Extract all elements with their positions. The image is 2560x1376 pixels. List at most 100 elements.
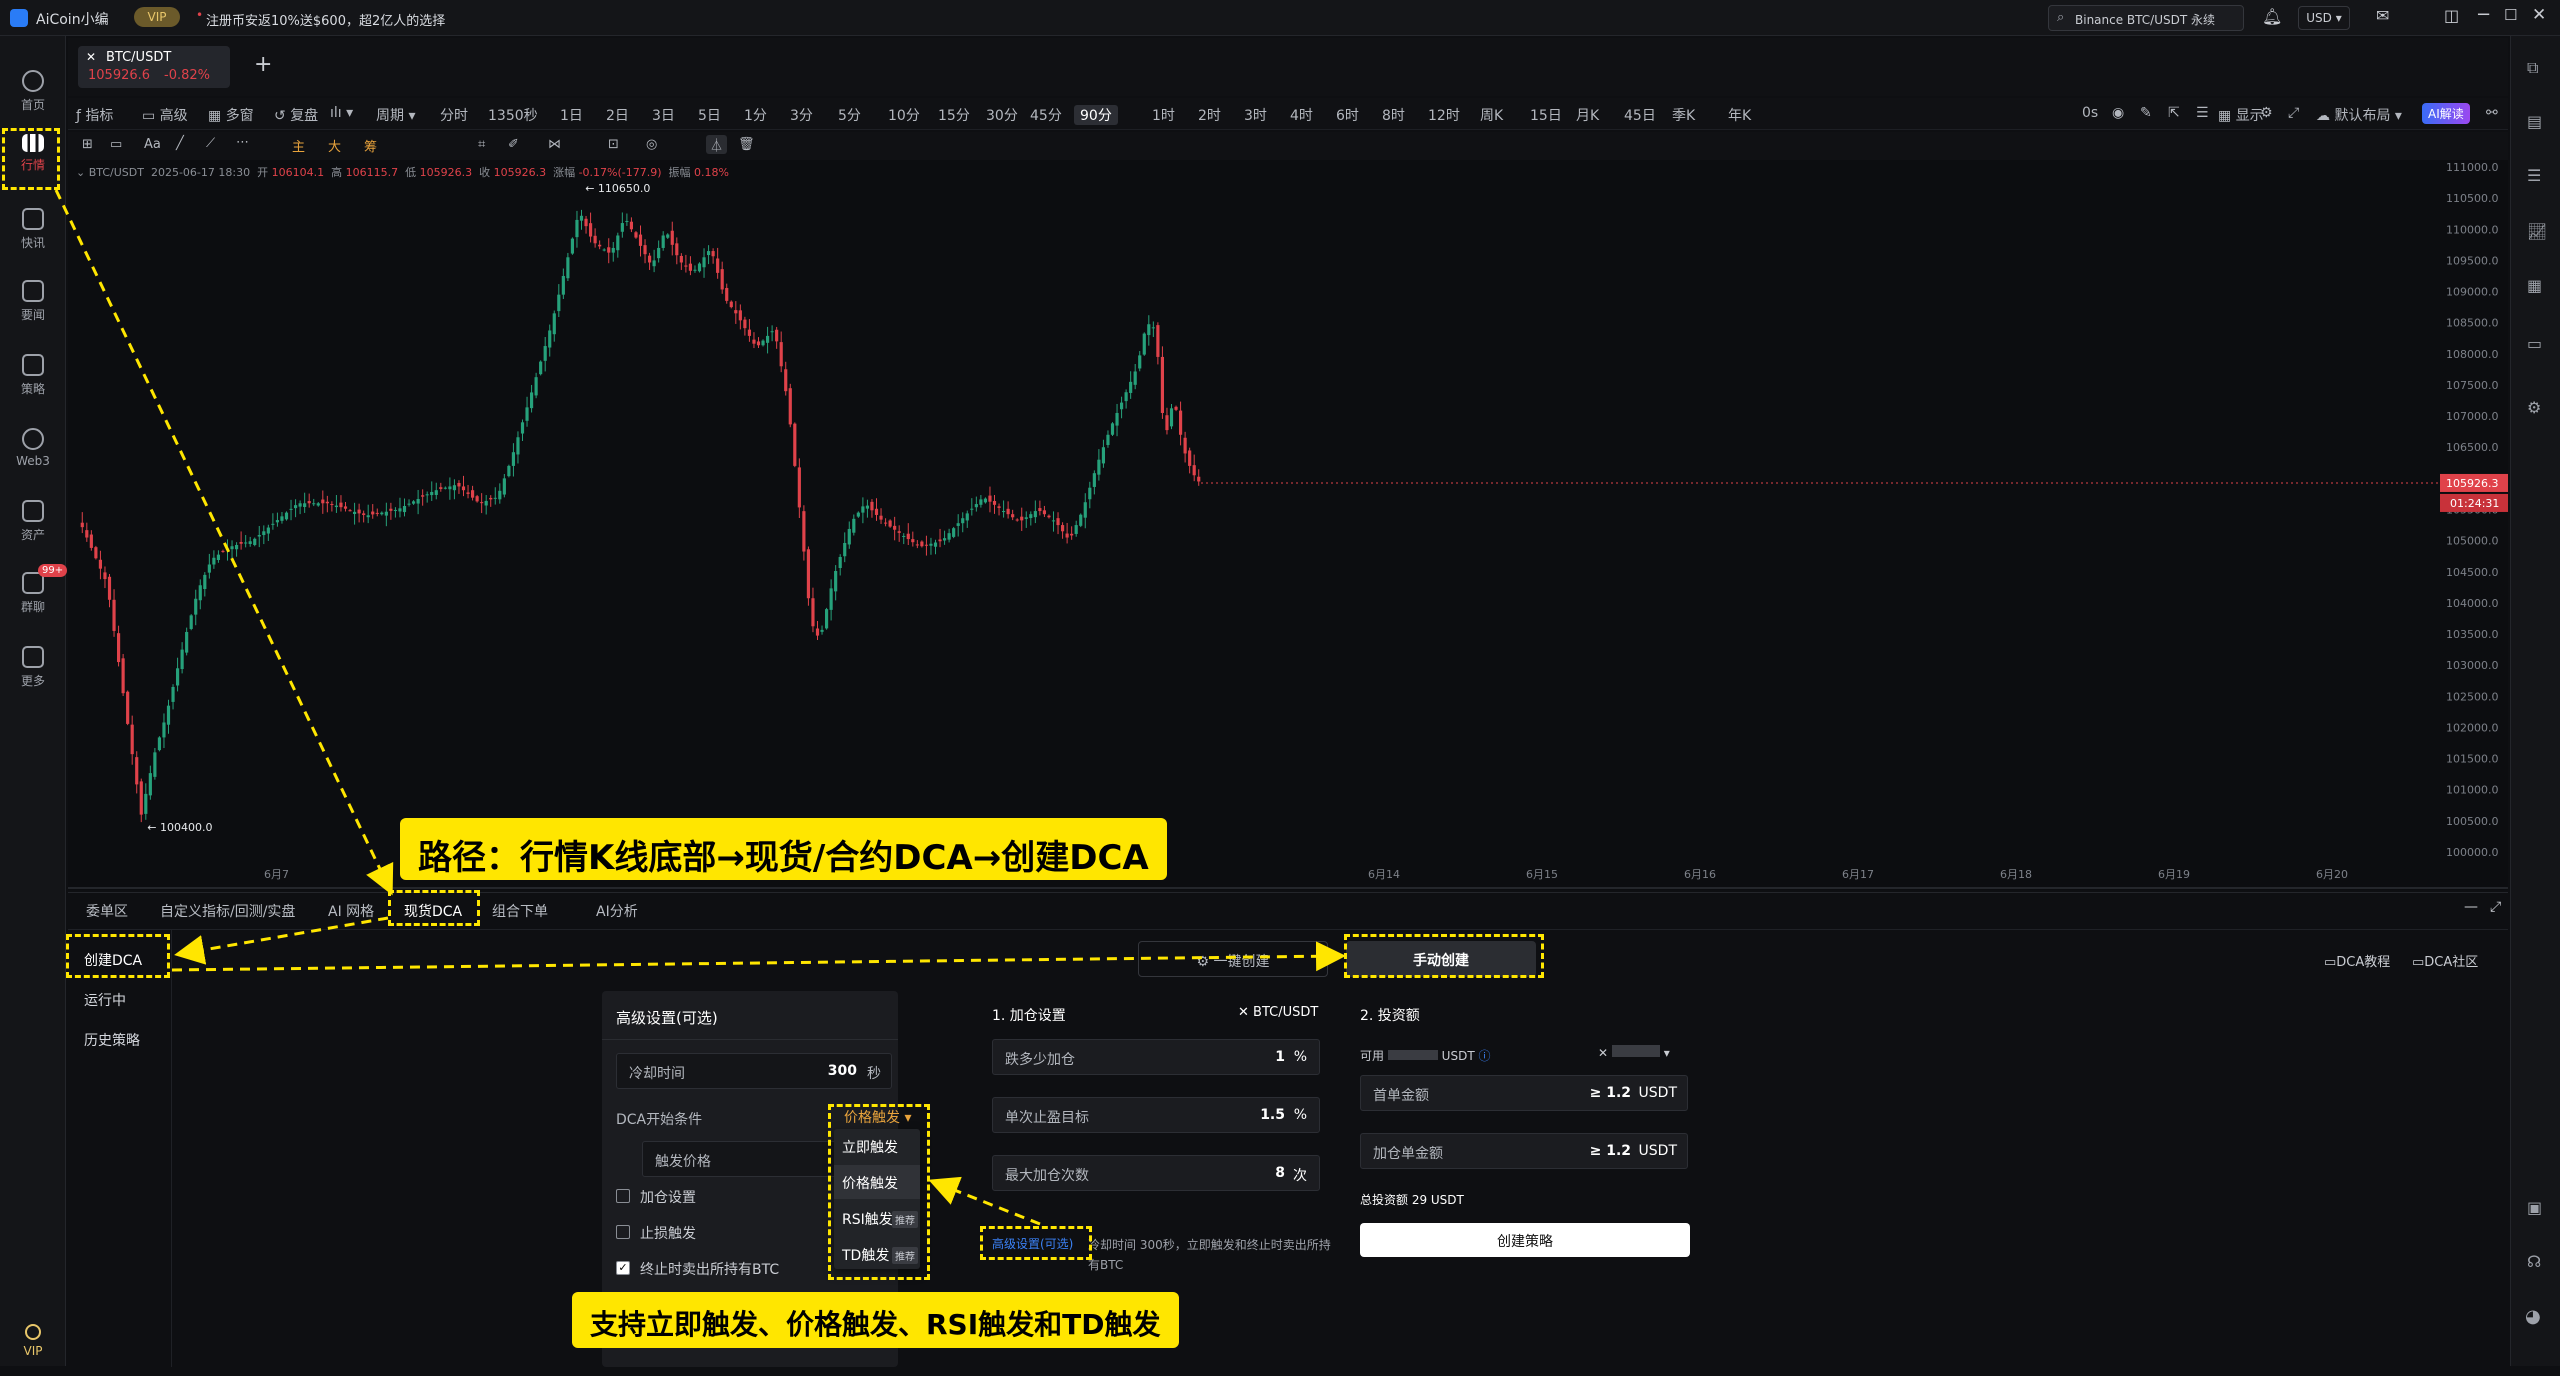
drop-percent-field[interactable]: 跌多少加仓 1 %	[992, 1039, 1320, 1075]
period-8[interactable]: 5分	[838, 105, 861, 125]
panel-tab-5[interactable]: AI分析	[596, 901, 638, 921]
link-icon[interactable]: ⚯	[2486, 105, 2498, 121]
trash-tool-icon[interactable]: 🗑︎	[738, 137, 755, 152]
period-25[interactable]: 季K	[1672, 105, 1695, 125]
pen-icon[interactable]: ✎	[2140, 105, 2152, 121]
period-19[interactable]: 8时	[1382, 105, 1405, 125]
eye-tool-icon[interactable]: ◎	[646, 137, 657, 152]
create-strategy-button[interactable]: 创建策略	[1360, 1223, 1690, 1257]
filter-tool-icon[interactable]: ⏃	[706, 135, 728, 154]
dca-tutorial-link[interactable]: ▭DCA教程	[2324, 951, 2390, 970]
multiwindow-button[interactable]: ▦ 多窗	[208, 105, 254, 125]
text-tool[interactable]: Aa	[144, 137, 161, 152]
kline-chart[interactable]: ⌄ BTC/USDT 2025-06-17 18:30 开 106104.1 高…	[68, 160, 2508, 890]
card-icon[interactable]: ▭	[2527, 334, 2542, 353]
period-22[interactable]: 15日	[1530, 105, 1562, 125]
sell-all-checkbox[interactable]: ✓	[616, 1261, 630, 1275]
line-tool-icon[interactable]: ╱	[176, 136, 184, 151]
period-20[interactable]: 12时	[1428, 105, 1460, 125]
advanced-button[interactable]: ▭ 高级	[142, 105, 188, 125]
maximize-icon[interactable]: ☐	[2504, 6, 2517, 24]
book-icon[interactable]: ▣	[2527, 1198, 2542, 1217]
dca-community-link[interactable]: ▭DCA社区	[2412, 951, 2478, 970]
stop-loss-checkbox[interactable]	[616, 1225, 630, 1239]
vip-badge[interactable]: VIP	[134, 7, 180, 27]
first-order-field[interactable]: 首单金额 ≥ 1.2 USDT	[1360, 1075, 1688, 1111]
grid-icon[interactable]: ☰	[2196, 105, 2209, 121]
chip-tool[interactable]: 筹	[364, 136, 377, 155]
nav-more[interactable]: 更多	[0, 638, 66, 698]
symbol-tab[interactable]: ✕ BTC/USDT 105926.6 -0.82%	[78, 46, 230, 88]
period-6[interactable]: 1分	[744, 105, 767, 125]
rect-tool-icon[interactable]: ▭	[110, 137, 122, 152]
nav-strategy[interactable]: 策略	[0, 346, 66, 406]
share-icon[interactable]: ⇱	[2168, 105, 2180, 121]
more-tools-icon[interactable]: ⋯	[236, 135, 249, 150]
period-9[interactable]: 10分	[888, 105, 920, 125]
nav-headline[interactable]: 要闻	[0, 272, 66, 332]
countdown-toggle[interactable]: 0s	[2082, 105, 2098, 121]
search-box[interactable]: ⌕ Binance BTC/USDT 永续	[2048, 5, 2244, 31]
gear-icon[interactable]: ⚙	[2260, 105, 2273, 121]
period-24[interactable]: 45日	[1624, 105, 1656, 125]
period-1[interactable]: 1350秒	[488, 105, 538, 125]
tab-close-icon[interactable]: ✕	[86, 50, 96, 64]
crop-tool-icon[interactable]: ⌗	[478, 137, 485, 152]
period-21[interactable]: 周K	[1480, 105, 1503, 125]
nav-home[interactable]: 首页	[0, 62, 66, 122]
period-5[interactable]: 5日	[698, 105, 721, 125]
add-setting-checkbox[interactable]	[616, 1189, 630, 1203]
period-7[interactable]: 3分	[790, 105, 813, 125]
fullscreen-icon[interactable]: ⤢	[2288, 105, 2299, 121]
panel-popout-icon[interactable]: ⤢	[2490, 899, 2501, 915]
promo-link[interactable]: 注册币安返10%送$600，超2亿人的选择	[206, 10, 445, 29]
mail-icon[interactable]: ✉	[2376, 6, 2389, 25]
period-13[interactable]: 90分	[1074, 105, 1118, 125]
period-23[interactable]: 月K	[1576, 105, 1599, 125]
nav-assets[interactable]: 资产	[0, 492, 66, 552]
nav-vip[interactable]: VIP	[0, 1316, 66, 1376]
side-running[interactable]: 运行中	[84, 990, 126, 1010]
panel-tab-0[interactable]: 委单区	[86, 901, 128, 921]
period-10[interactable]: 15分	[938, 105, 970, 125]
panda-icon[interactable]: ◕	[2525, 1306, 2541, 1327]
minimize-icon[interactable]: −	[2476, 4, 2491, 25]
camera-icon[interactable]: ◉	[2112, 105, 2124, 121]
bell-icon[interactable]: 🔔︎	[2262, 7, 2282, 26]
period-14[interactable]: 1时	[1152, 105, 1175, 125]
nav-news[interactable]: 快讯	[0, 200, 66, 260]
side-history[interactable]: 历史策略	[84, 1030, 140, 1050]
period-11[interactable]: 30分	[986, 105, 1018, 125]
document-icon[interactable]: ▤	[2527, 112, 2542, 131]
panel-minimize-icon[interactable]: —	[2464, 899, 2478, 915]
candle-type-button[interactable]: ılı ▾	[330, 105, 353, 121]
replay-button[interactable]: ↺ 复盘	[274, 105, 318, 125]
nav-chat[interactable]: 群聊 99+	[0, 564, 68, 624]
period-12[interactable]: 45分	[1030, 105, 1062, 125]
period-select[interactable]: 周期 ▾	[376, 105, 415, 125]
calendar-icon[interactable]: ▦	[2527, 276, 2542, 295]
cooldown-field[interactable]: 冷却时间 300 秒	[616, 1053, 892, 1089]
take-profit-field[interactable]: 单次止盈目标 1.5 %	[992, 1097, 1320, 1133]
panel-toggle-icon[interactable]: ◫	[2444, 6, 2459, 25]
add-order-field[interactable]: 加仓单金额 ≥ 1.2 USDT	[1360, 1133, 1688, 1169]
layout-button[interactable]: ☁ 默认布局 ▾	[2316, 105, 2402, 125]
period-26[interactable]: 年K	[1728, 105, 1751, 125]
period-18[interactable]: 6时	[1336, 105, 1359, 125]
ai-interpret-button[interactable]: AI解读	[2422, 103, 2470, 124]
period-3[interactable]: 2日	[606, 105, 629, 125]
period-16[interactable]: 3时	[1244, 105, 1267, 125]
trigger-price-field[interactable]: 触发价格	[642, 1141, 842, 1177]
display-button[interactable]: ▦ 显示	[2218, 105, 2264, 125]
headset-icon[interactable]: ☊	[2527, 1252, 2541, 1271]
magnet-tool-icon[interactable]: ⋈	[548, 137, 561, 152]
currency-select[interactable]: USD ▾	[2298, 6, 2350, 30]
period-4[interactable]: 3日	[652, 105, 675, 125]
chart-icon[interactable]: 📈︎	[2527, 222, 2547, 241]
panel-tab-1[interactable]: 自定义指标/回测/实盘	[160, 901, 295, 921]
period-15[interactable]: 2时	[1198, 105, 1221, 125]
max-adds-field[interactable]: 最大加仓次数 8 次	[992, 1155, 1320, 1191]
panel-tab-4[interactable]: 组合下单	[492, 901, 548, 921]
grid-tool-icon[interactable]: ⊞	[82, 137, 93, 152]
panel-tab-2[interactable]: AI 网格	[328, 901, 374, 921]
